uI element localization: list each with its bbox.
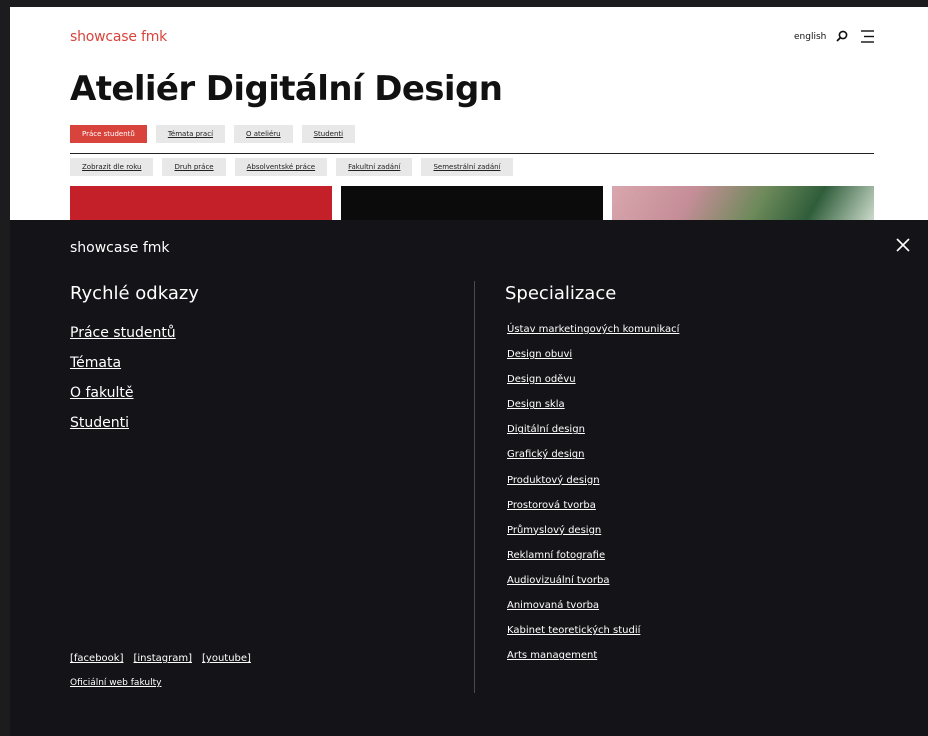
specialization-link[interactable]: Digitální design [507,423,679,438]
specialization-link[interactable]: Produktový design [507,474,679,489]
specializations-list: Ústav marketingových komunikací Design o… [507,323,679,664]
filter-type[interactable]: Druh práce [162,158,226,176]
filter-row: Zobrazit dle roku Druh práce Absolventsk… [70,158,513,176]
youtube-link[interactable]: [youtube] [202,653,251,664]
specialization-link[interactable]: Design oděvu [507,373,679,388]
social-links: [facebook] [instagram] [youtube] [70,653,251,664]
quick-link-prace-studentu[interactable]: Práce studentů [70,324,176,343]
site-logo[interactable]: showcase fmk [70,29,167,45]
project-thumbnail[interactable] [341,186,603,220]
quick-links-heading: Rychlé odkazy [70,283,199,304]
tabs-divider [70,153,874,154]
facebook-link[interactable]: [facebook] [70,653,123,664]
project-thumbnail[interactable] [612,186,874,220]
search-icon[interactable] [836,30,848,42]
specialization-link[interactable]: Grafický design [507,448,679,463]
filter-semester-brief[interactable]: Semestrální zadání [421,158,513,176]
specialization-link[interactable]: Animovaná tvorba [507,599,679,614]
specialization-link[interactable]: Kabinet teoretických studií [507,624,679,639]
menu-icon[interactable] [861,30,874,43]
filter-faculty-brief[interactable]: Fakultní zadání [336,158,413,176]
filter-year[interactable]: Zobrazit dle roku [70,158,154,176]
window-frame-top [0,0,928,7]
language-switch[interactable]: english [794,32,826,42]
specialization-link[interactable]: Audiovizuální tvorba [507,574,679,589]
menu-logo[interactable]: showcase fmk [70,240,170,256]
close-icon[interactable] [896,238,910,252]
specialization-link[interactable]: Ústav marketingových komunikací [507,323,679,338]
navigation-overlay: showcase fmk Rychlé odkazy Práce student… [10,220,928,736]
quick-link-temata[interactable]: Témata [70,354,176,373]
quick-links-list: Práce studentů Témata O fakultě Studenti [70,324,176,433]
column-divider [474,281,475,693]
page-background: showcase fmk english Ateliér Digitální D… [10,7,928,220]
official-faculty-link[interactable]: Oficiální web fakulty [70,678,161,688]
specialization-link[interactable]: Reklamní fotografie [507,549,679,564]
tab-studenti[interactable]: Studenti [301,125,356,143]
instagram-link[interactable]: [instagram] [133,653,192,664]
window-frame-left [0,0,10,736]
specialization-link[interactable]: Arts management [507,649,679,664]
specialization-link[interactable]: Design skla [507,398,679,413]
specialization-link[interactable]: Průmyslový design [507,524,679,539]
quick-link-studenti[interactable]: Studenti [70,414,176,433]
specializations-heading: Specializace [505,283,617,304]
tab-row: Práce studentů Témata prací O ateliéru S… [70,125,356,143]
specialization-link[interactable]: Design obuvi [507,348,679,363]
page-title: Ateliér Digitální Design [70,69,503,109]
tab-o-atelieru[interactable]: O ateliéru [234,125,293,143]
filter-graduate[interactable]: Absolventské práce [234,158,328,176]
specialization-link[interactable]: Prostorová tvorba [507,499,679,514]
quick-link-o-fakulte[interactable]: O fakultě [70,384,176,403]
tab-prace-studentu[interactable]: Práce studentů [70,125,147,143]
project-thumbnail[interactable] [70,186,332,220]
tab-temata-praci[interactable]: Témata prací [155,125,226,143]
